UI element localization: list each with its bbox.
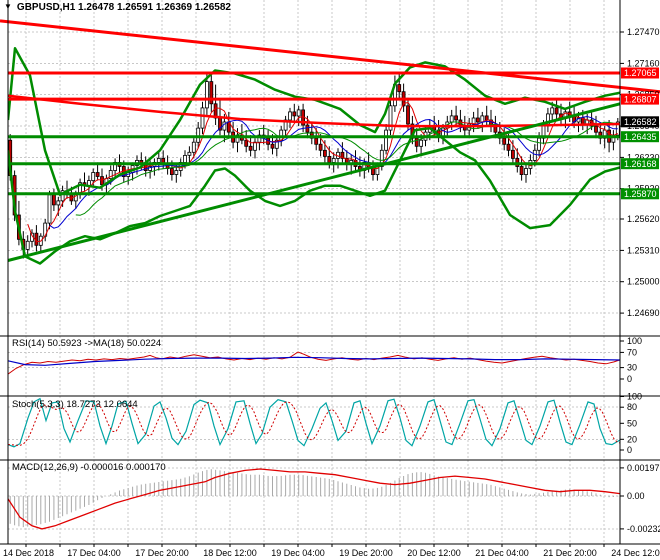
time-label: 19 Dec 04:00: [271, 548, 325, 558]
candle-body: [169, 168, 174, 175]
candle-body: [183, 154, 187, 163]
time-label: 14 Dec 2018: [3, 548, 54, 558]
macd-label: -0.00232: [627, 524, 660, 534]
candle-body: [502, 137, 507, 145]
candle-body: [100, 176, 104, 186]
candle-body: [248, 145, 253, 151]
rsi-label: 100: [627, 336, 642, 346]
time-label: 21 Dec 20:00: [543, 548, 597, 558]
candle-body: [25, 240, 30, 250]
current-price-badge-text: 1.26582: [624, 117, 657, 127]
candle-body: [200, 107, 205, 129]
candle-body: [288, 111, 292, 121]
chart-window: 1.274701.271601.268501.265401.262301.259…: [0, 0, 660, 560]
candle-body: [331, 157, 336, 163]
level-1.26168-badge-text: 1.26168: [624, 159, 657, 169]
candle-body: [253, 141, 257, 151]
candle-body: [449, 115, 454, 123]
symbol-dropdown-icon[interactable]: ▼: [4, 2, 12, 11]
price-label: 1.27160: [627, 58, 660, 68]
macd-label: 0.00: [627, 491, 645, 501]
price-label: 1.24690: [627, 308, 660, 318]
candle-body: [524, 168, 528, 175]
level-1.26435-badge-text: 1.26435: [624, 132, 657, 142]
stoch-label: 0: [627, 445, 632, 455]
candle-body: [52, 194, 56, 206]
stoch-label: 80: [627, 402, 637, 412]
candle-body: [279, 129, 284, 141]
price-label: 1.25310: [627, 245, 660, 255]
price-label: 1.25000: [627, 277, 660, 287]
candle-body: [506, 143, 511, 151]
rsi-label: 70: [627, 347, 637, 357]
time-label: 19 Dec 20:00: [339, 548, 393, 558]
candle-body: [204, 81, 209, 109]
price-label: 1.25620: [627, 214, 660, 224]
stoch-label: 100: [627, 392, 642, 402]
candle-body: [292, 111, 297, 117]
candle-body: [397, 84, 402, 93]
rsi-label: 0: [627, 374, 632, 384]
time-label: 24 Dec 12:00: [611, 548, 660, 558]
stoch-label: 20: [627, 434, 637, 444]
candle-body: [475, 117, 480, 123]
candle-body: [550, 107, 555, 115]
chart-title-text: GBPUSD,H1 1.26478 1.26591 1.26369 1.2658…: [16, 2, 231, 13]
candle-body: [314, 137, 319, 145]
candle-body: [519, 166, 524, 176]
rsi-label: 30: [627, 363, 637, 373]
candle-body: [554, 107, 559, 115]
candle-body: [305, 124, 310, 133]
stoch-label: Stoch(5,3,3) 18.7273 12.0644: [12, 399, 138, 410]
price-label: 1.27470: [627, 27, 660, 37]
candle-body: [537, 137, 541, 151]
chart-title: ▼ GBPUSD,H1 1.26478 1.26591 1.26369 1.265…: [4, 2, 231, 14]
candle-body: [419, 139, 424, 147]
candle-body: [34, 232, 39, 246]
candle-body: [384, 129, 389, 151]
candle-body: [156, 157, 161, 163]
time-label: 18 Dec 12:00: [203, 548, 257, 558]
candle-body: [318, 143, 323, 151]
chart-background: [0, 0, 660, 560]
level-1.26807-badge-text: 1.26807: [624, 94, 657, 104]
candle-body: [454, 115, 459, 121]
candle-body: [484, 115, 489, 121]
candle-body: [406, 105, 410, 125]
candle-body: [191, 141, 196, 153]
candle-body: [327, 155, 332, 163]
candle-body: [322, 149, 327, 157]
candle-body: [47, 194, 52, 224]
candle-body: [270, 143, 275, 149]
candle-body: [532, 149, 537, 161]
price-chart-canvas[interactable]: 1.274701.271601.268501.265401.262301.259…: [0, 0, 660, 560]
time-label: 21 Dec 04:00: [475, 548, 529, 558]
candle-body: [296, 109, 301, 117]
candle-body: [187, 151, 192, 156]
stoch-label: 50: [627, 418, 637, 428]
candle-body: [174, 170, 179, 175]
candle-body: [414, 137, 419, 147]
candle-body: [95, 172, 100, 177]
candle-body: [143, 164, 148, 171]
level-1.27065-badge-text: 1.27065: [624, 68, 657, 78]
time-label: 17 Dec 20:00: [135, 548, 189, 558]
candle-body: [91, 172, 96, 182]
macd-label: 0.001976: [627, 463, 660, 473]
macd-label: MACD(12,26,9) -0.000016 0.000170: [12, 462, 166, 473]
rsi-label: RSI(14) 50.5923 ->MA(18) 50.0224: [12, 338, 162, 349]
candle-body: [510, 149, 515, 159]
time-label: 20 Dec 12:00: [407, 548, 461, 558]
level-1.25870-badge-text: 1.25870: [624, 189, 657, 199]
candle-body: [56, 200, 61, 206]
candle-body: [244, 139, 249, 147]
time-label: 17 Dec 04:00: [67, 548, 121, 558]
candle-body: [371, 168, 375, 175]
candle-body: [594, 125, 598, 133]
